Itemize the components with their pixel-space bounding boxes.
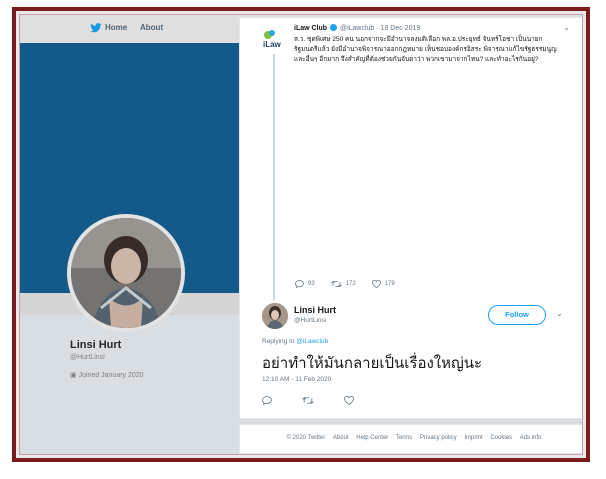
footer-link-ads[interactable]: Ads info [520,435,542,441]
reply-action[interactable]: 93 [295,280,315,288]
footer-copyright: © 2020 Twitter [286,435,326,441]
heart-icon [371,280,381,288]
follow-button[interactable]: Follow [488,305,546,325]
reply-count: 93 [308,281,315,287]
heart-icon[interactable] [344,396,354,405]
page-footer: © 2020 Twitter About Help Center Terms P… [239,424,582,454]
reply-author-photo [262,303,288,329]
reply-tweet-actions [262,396,354,405]
reply-icon[interactable] [262,396,272,405]
footer-link-help[interactable]: Help Center [356,435,388,441]
like-count: 179 [384,281,395,287]
footer-link-imprint[interactable]: Imprint [464,435,482,441]
replying-to: Replying to @iLawclub [262,338,328,345]
retweet-icon [330,280,342,288]
chevron-down-icon[interactable]: ⌄ [556,309,563,318]
quoted-tweet-header: iLaw Club @iLawclub · 18 Dec 2019 [294,24,420,32]
thread-connector [273,54,275,300]
quoted-author-handle[interactable]: @iLawclub [340,25,374,32]
reply-timestamp[interactable]: 12:10 AM - 11 Feb 2020 [262,376,331,383]
footer-link-terms[interactable]: Terms [396,435,412,441]
tweet-permalink-card: iLaw iLaw Club @iLawclub · 18 Dec 2019 ⌄… [239,17,582,419]
reply-author-name[interactable]: Linsi Hurt [294,305,336,315]
footer-link-cookies[interactable]: Cookies [490,435,512,441]
footer-links: © 2020 Twitter About Help Center Terms P… [240,425,582,441]
reply-icon [295,280,304,288]
retweet-icon[interactable] [302,396,314,405]
reply-author-avatar[interactable] [262,303,288,329]
separator: · [376,25,379,32]
ilaw-logo-icon: iLaw [263,30,282,49]
quoted-tweet-actions: 93 172 179 [295,280,395,288]
chevron-down-icon[interactable]: ⌄ [563,23,570,32]
footer-link-about[interactable]: About [333,435,349,441]
retweet-action[interactable]: 172 [330,280,356,288]
replying-prefix: Replying to [262,338,295,345]
quoted-tweet-body: ส.ว. ชุดพิเศษ 250 คน นอกจากจะมีอำนาจลงมต… [294,36,557,63]
quoted-date[interactable]: 18 Dec 2019 [381,25,421,32]
reply-tweet-text: อย่าทำให้มันกลายเป็นเรื่องใหญ่นะ [262,355,483,372]
screenshot-frame: Home About Linsi Hurt @HurtLinsi ▣ Joine… [12,7,590,462]
ilaw-logo-text: iLaw [263,40,282,49]
like-action[interactable]: 179 [371,280,395,288]
quoted-author-name[interactable]: iLaw Club [294,25,327,32]
footer-link-privacy[interactable]: Privacy policy [420,435,457,441]
replying-to-link[interactable]: @iLawclub [296,338,328,345]
retweet-count: 172 [345,281,356,287]
twitter-page: Home About Linsi Hurt @HurtLinsi ▣ Joine… [19,14,583,455]
reply-author-handle[interactable]: @HurtLinsi [294,317,326,324]
verified-badge-icon [330,24,338,31]
